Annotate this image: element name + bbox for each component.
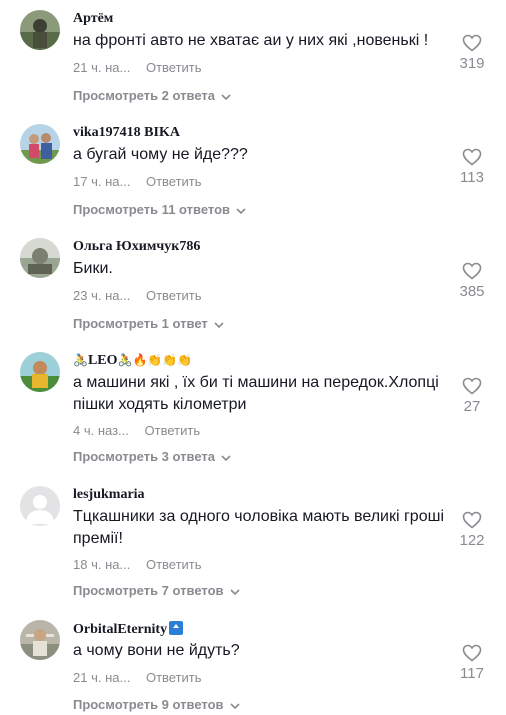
comment-author[interactable]: Ольга Юхимчук786 [73,239,200,255]
like-count: 113 [460,169,484,186]
like-button[interactable]: 385 [452,262,492,300]
view-replies-label: Просмотреть 11 ответов [73,202,231,217]
like-button[interactable]: 319 [452,34,492,72]
comment-author[interactable]: OrbitalEternity [73,621,184,638]
reply-button[interactable]: Ответить [146,670,202,685]
avatar[interactable] [20,10,60,50]
heart-outline-icon [462,34,482,52]
comment-author[interactable]: 🚴LEO🚴🔥👏👏👏 [73,353,192,369]
view-replies-label: Просмотреть 3 ответа [73,449,215,464]
comment-item: Артём на фронті авто не хватає аи у них … [0,10,506,110]
like-button[interactable]: 27 [452,377,492,415]
heart-outline-icon [462,511,482,529]
view-replies-label: Просмотреть 2 ответа [73,88,215,103]
comment-author[interactable]: vika197418 BIKA [73,125,180,141]
comment-time: 23 ч. на... [73,288,131,303]
view-replies-button[interactable]: Просмотреть 2 ответа [73,88,231,103]
comment-time: 18 ч. на... [73,557,131,572]
like-count: 319 [459,55,485,72]
comment-text: а машини які , їх би ті машини на передо… [73,374,439,413]
view-replies-button[interactable]: Просмотреть 9 ответов [73,697,240,712]
view-replies-button[interactable]: Просмотреть 7 ответов [73,583,240,598]
chevron-down-icon [214,321,224,328]
like-count: 385 [459,283,485,300]
like-count: 27 [463,398,481,415]
comment-time: 21 ч. на... [73,60,131,75]
comment-item: Ольга Юхимчук786 Бики. 23 ч. на... Ответ… [0,238,506,338]
like-count: 117 [460,665,484,682]
chevron-down-icon [229,588,240,595]
comment-item: vika197418 BIKA а бугай чому не йде??? 1… [0,124,506,224]
like-count: 122 [459,532,485,549]
reply-button[interactable]: Ответить [146,174,202,189]
comment-author[interactable]: lesjukmaria [73,487,145,503]
like-button[interactable]: 117 [452,644,492,682]
comment-meta: 23 ч. на... Ответить [73,288,202,303]
comment-meta: 4 ч. наз... Ответить [73,423,200,438]
author-name: OrbitalEternity [73,622,168,637]
author-name: LEO [87,353,118,368]
comment-item: OrbitalEternity а чому вони не йдуть? 21… [0,620,506,715]
comment-meta: 21 ч. на... Ответить [73,60,202,75]
comment-list: Артём на фронті авто не хватає аи у них … [0,0,506,715]
avatar[interactable] [20,124,60,164]
comment-text: Тцкашники за одного чоловіка мають велик… [73,508,444,547]
avatar[interactable] [20,352,60,392]
like-button[interactable]: 122 [452,511,492,549]
reply-button[interactable]: Ответить [146,288,202,303]
author-suffix-emoji: 🚴🔥👏👏👏 [117,353,193,367]
chevron-down-icon [221,93,231,100]
avatar[interactable] [20,486,60,526]
comment-meta: 18 ч. на... Ответить [73,557,202,572]
chevron-down-icon [229,702,240,709]
comment-time: 4 ч. наз... [73,423,129,438]
chevron-down-icon [236,207,246,214]
view-replies-button[interactable]: Просмотреть 11 ответов [73,202,246,217]
view-replies-button[interactable]: Просмотреть 3 ответа [73,449,231,464]
reply-button[interactable]: Ответить [146,557,202,572]
top-badge-icon [169,621,184,635]
comment-meta: 21 ч. на... Ответить [73,670,202,685]
comment-meta: 17 ч. на... Ответить [73,174,202,189]
like-button[interactable]: 113 [452,148,492,186]
avatar[interactable] [20,620,60,660]
view-replies-label: Просмотреть 9 ответов [73,697,224,712]
heart-outline-icon [462,148,482,166]
reply-button[interactable]: Ответить [145,423,201,438]
reply-button[interactable]: Ответить [146,60,202,75]
comment-item: lesjukmaria Тцкашники за одного чоловіка… [0,486,506,606]
author-prefix-emoji: 🚴 [73,353,88,367]
view-replies-button[interactable]: Просмотреть 1 ответ [73,316,224,331]
comment-text: а бугай чому не йде??? [73,146,248,163]
view-replies-label: Просмотреть 7 ответов [73,583,224,598]
heart-outline-icon [462,377,482,395]
comment-author[interactable]: Артём [73,11,113,27]
heart-outline-icon [462,644,482,662]
comment-text: на фронті авто не хватає аи у них які ,н… [73,32,429,49]
comment-text: Бики. [73,260,113,277]
comment-item: 🚴LEO🚴🔥👏👏👏 а машини які , їх би ті машини… [0,352,506,472]
view-replies-label: Просмотреть 1 ответ [73,316,208,331]
comment-time: 21 ч. на... [73,670,131,685]
comment-text: а чому вони не йдуть? [73,642,240,659]
comment-time: 17 ч. на... [73,174,131,189]
chevron-down-icon [221,454,231,461]
heart-outline-icon [462,262,482,280]
avatar[interactable] [20,238,60,278]
